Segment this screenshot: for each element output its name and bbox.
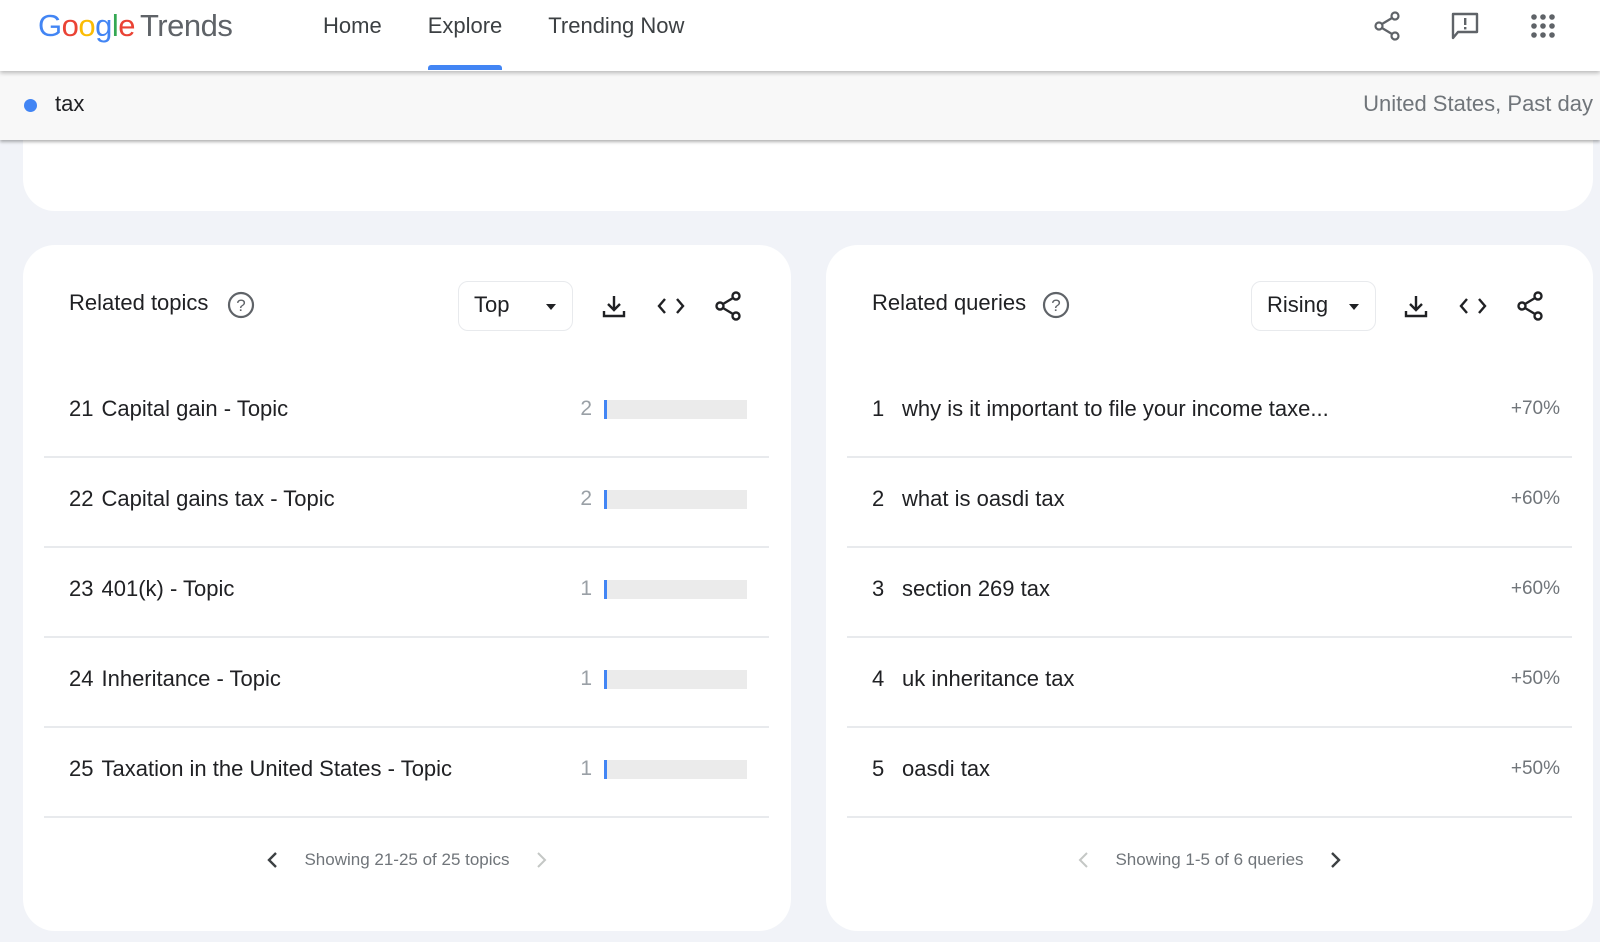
related-queries-title: Related queries — [872, 290, 1027, 315]
related-topics-card: Related topics ? Top 21 Capital gain - To… — [23, 245, 791, 931]
topic-bar — [604, 400, 747, 419]
chevron-left-icon[interactable] — [1071, 848, 1095, 872]
queries-mode-dropdown[interactable]: Rising — [1251, 281, 1376, 331]
google-trends-logo[interactable]: Google Trends — [38, 8, 233, 44]
nav-home[interactable]: Home — [300, 0, 405, 71]
topic-row[interactable]: 23 401(k) - Topic 1 — [44, 548, 769, 638]
related-topics-title: Related topics — [69, 290, 209, 315]
related-queries-list: 1 why is it important to file your incom… — [847, 368, 1572, 818]
topic-row[interactable]: 24 Inheritance - Topic 1 — [44, 638, 769, 728]
help-icon[interactable]: ? — [1042, 291, 1070, 319]
topic-value: 1 — [580, 667, 592, 690]
top-app-bar: Google Trends Home Explore Trending Now — [0, 0, 1600, 71]
main-nav: Home Explore Trending Now — [300, 0, 707, 71]
chevron-right-icon[interactable] — [1324, 848, 1348, 872]
topic-bar — [604, 490, 747, 509]
topic-bar — [604, 760, 747, 779]
term-color-dot — [24, 99, 37, 112]
share-icon[interactable] — [1515, 291, 1545, 321]
query-row[interactable]: 1 why is it important to file your incom… — [847, 368, 1572, 458]
queries-pager: Showing 1-5 of 6 queries — [826, 845, 1593, 875]
query-row[interactable]: 5 oasdi tax +50% — [847, 728, 1572, 818]
topic-value: 2 — [580, 397, 592, 420]
query-row[interactable]: 4 uk inheritance tax +50% — [847, 638, 1572, 728]
query-change: +60% — [1510, 578, 1560, 599]
topic-value: 2 — [580, 487, 592, 510]
download-icon[interactable] — [1401, 291, 1431, 321]
topic-row[interactable]: 25 Taxation in the United States - Topic … — [44, 728, 769, 818]
topic-row[interactable]: 21 Capital gain - Topic 2 — [44, 368, 769, 458]
help-icon[interactable]: ? — [227, 291, 255, 319]
share-icon[interactable] — [1372, 11, 1402, 41]
chevron-left-icon[interactable] — [260, 848, 284, 872]
topics-pager: Showing 21-25 of 25 topics — [23, 845, 791, 875]
search-term-bar: tax United States, Past day — [0, 71, 1600, 140]
apps-grid-icon[interactable] — [1528, 11, 1558, 41]
nav-trending-now[interactable]: Trending Now — [525, 0, 707, 71]
search-scope: United States, Past day — [1363, 91, 1593, 116]
share-icon[interactable] — [713, 291, 743, 321]
topic-row[interactable]: 22 Capital gains tax - Topic 2 — [44, 458, 769, 548]
query-row[interactable]: 3 section 269 tax +60% — [847, 548, 1572, 638]
caret-down-icon — [1349, 304, 1359, 310]
svg-text:?: ? — [236, 296, 245, 315]
query-change: +50% — [1510, 758, 1560, 779]
feedback-icon[interactable] — [1450, 11, 1480, 41]
topic-bar — [604, 580, 747, 599]
related-topics-list: 21 Capital gain - Topic 2 22 Capital gains… — [44, 368, 769, 818]
nav-explore[interactable]: Explore — [405, 0, 526, 71]
topic-value: 1 — [580, 757, 592, 780]
queries-pager-text: Showing 1-5 of 6 queries — [1115, 850, 1304, 869]
query-change: +70% — [1510, 398, 1560, 419]
query-change: +50% — [1510, 668, 1560, 689]
embed-code-icon[interactable] — [656, 291, 686, 321]
topic-bar-fill — [604, 760, 607, 779]
topic-value: 1 — [580, 577, 592, 600]
query-change: +60% — [1510, 488, 1560, 509]
topic-bar — [604, 670, 747, 689]
query-row[interactable]: 2 what is oasdi tax +60% — [847, 458, 1572, 548]
topic-bar-fill — [604, 490, 607, 509]
topics-pager-text: Showing 21-25 of 25 topics — [304, 850, 510, 869]
svg-text:?: ? — [1051, 296, 1060, 315]
topic-bar-fill — [604, 580, 607, 599]
chevron-right-icon[interactable] — [530, 848, 554, 872]
related-queries-card: Related queries ? Rising 1 why is it imp… — [826, 245, 1593, 931]
topic-bar-fill — [604, 400, 607, 419]
topics-mode-dropdown[interactable]: Top — [458, 281, 573, 331]
search-term[interactable]: tax — [55, 91, 84, 117]
download-icon[interactable] — [599, 291, 629, 321]
caret-down-icon — [546, 304, 556, 310]
embed-code-icon[interactable] — [1458, 291, 1488, 321]
topic-bar-fill — [604, 670, 607, 689]
